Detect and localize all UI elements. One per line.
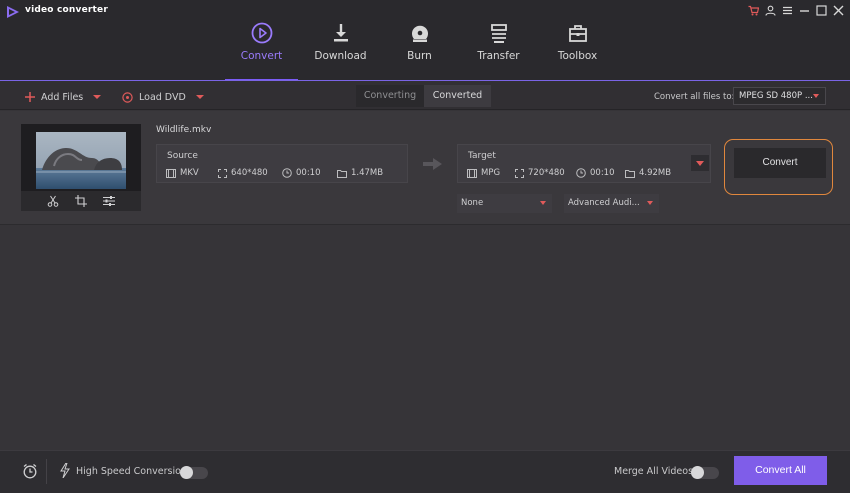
folder-icon [337,169,347,178]
close-icon[interactable] [833,5,844,16]
target-format-dropdown[interactable] [691,155,709,171]
alarm-clock-icon[interactable] [22,463,38,479]
main-tabs: Convert Download Burn Transfer Toolbox [222,22,617,81]
add-files-label: Add Files [41,91,84,103]
chevron-down-icon [540,201,546,205]
minimize-icon[interactable] [799,5,810,16]
resolution-icon [515,168,524,178]
resolution-icon [218,168,227,178]
toolbox-icon [569,25,587,42]
source-resolution-value: 640*480 [231,168,268,178]
tab-converted[interactable]: Converted [424,85,491,107]
subtitle-select-value: None [461,198,484,208]
source-values: MKV 640*480 00:10 1.47MB [166,168,383,178]
crop-icon[interactable] [75,195,87,207]
tab-burn-label: Burn [407,50,432,62]
status-segment: Converting Converted [356,85,491,107]
add-files-button[interactable]: Add Files [25,90,102,104]
chevron-down-icon [647,201,653,205]
film-icon [467,168,477,178]
app-window: video converter Convert Download Burn Tr… [0,0,850,493]
merge-all-label: Merge All Videos [614,466,694,477]
target-duration: 00:10 [576,168,625,178]
download-icon [334,24,348,42]
chevron-down-icon [813,94,819,98]
target-format-value: MPG [481,168,501,178]
cart-icon[interactable] [748,5,760,16]
load-dvd-dropdown-icon[interactable] [195,95,204,99]
window-controls [748,3,844,17]
thumbnail-toolbar [21,191,141,211]
source-duration-value: 00:10 [296,168,321,178]
video-thumbnail[interactable] [36,132,126,189]
clock-icon [282,168,292,178]
file-list-empty-area [0,226,850,450]
source-duration: 00:10 [282,168,337,178]
load-dvd-button[interactable]: Load DVD [122,90,204,104]
target-size-value: 4.92MB [639,168,672,178]
menu-icon[interactable] [782,5,793,16]
tab-transfer-label: Transfer [477,50,520,62]
account-icon[interactable] [765,5,776,16]
high-speed-label: High Speed Conversion [76,466,187,477]
source-header: Source [167,151,198,161]
source-info-box: Source MKV 640*480 00:10 1.47MB [156,144,408,183]
file-name: Wildlife.mkv [156,125,212,135]
tab-toolbox-label: Toolbox [557,50,598,62]
tab-download-label: Download [314,50,367,62]
convert-button[interactable]: Convert [734,148,826,178]
output-format-select[interactable]: MPEG SD 480P ... [733,87,826,105]
top-bar: video converter Convert Download Burn Tr… [0,0,850,81]
disc-icon [412,25,428,42]
convert-all-button[interactable]: Convert All [734,456,827,485]
target-size: 4.92MB [625,168,671,178]
target-resolution-value: 720*480 [528,168,565,178]
tab-convert[interactable]: Convert [222,22,301,81]
merge-all-toggle[interactable] [691,466,719,479]
folder-icon [625,169,635,178]
tab-converting[interactable]: Converting [356,85,424,107]
video-thumbnail-panel [21,124,141,211]
source-resolution: 640*480 [218,168,282,178]
arrow-right-icon [423,158,442,170]
tab-convert-label: Convert [240,50,283,62]
tab-burn[interactable]: Burn [380,22,459,80]
app-logo-icon [7,6,19,18]
dvd-icon [122,91,133,103]
target-values: MPG 720*480 00:10 4.92MB [467,168,671,178]
source-size: 1.47MB [337,168,383,178]
film-icon [166,168,176,178]
tab-download[interactable]: Download [301,22,380,80]
footer-divider [46,459,47,484]
plus-icon [25,92,35,102]
transfer-icon [491,24,507,43]
effects-sliders-icon[interactable] [103,195,115,207]
tab-toolbox[interactable]: Toolbox [538,22,617,80]
app-title: video converter [25,5,108,15]
clock-icon [576,168,586,178]
target-info-box[interactable]: Target MPG 720*480 00:10 4.92MB [457,144,711,183]
target-duration-value: 00:10 [590,168,615,178]
lightning-icon [60,463,70,478]
audio-select[interactable]: Advanced Audi... [564,194,659,213]
maximize-icon[interactable] [816,4,827,16]
source-format: MKV [166,168,218,178]
audio-select-value: Advanced Audi... [568,198,640,208]
tab-transfer[interactable]: Transfer [459,22,538,80]
source-format-value: MKV [180,168,199,178]
load-dvd-label: Load DVD [139,91,186,103]
add-files-dropdown-icon[interactable] [93,95,102,99]
play-circle-icon [251,22,273,44]
chevron-down-icon [696,161,704,166]
output-format-value: MPEG SD 480P ... [739,91,813,101]
convert-all-to-label: Convert all files to: [654,92,735,102]
target-header: Target [468,151,496,161]
target-format: MPG [467,168,515,178]
scissors-icon[interactable] [47,195,59,207]
target-resolution: 720*480 [515,168,576,178]
source-size-value: 1.47MB [351,168,384,178]
high-speed-toggle[interactable] [180,466,208,479]
subtitle-select[interactable]: None [457,194,552,213]
